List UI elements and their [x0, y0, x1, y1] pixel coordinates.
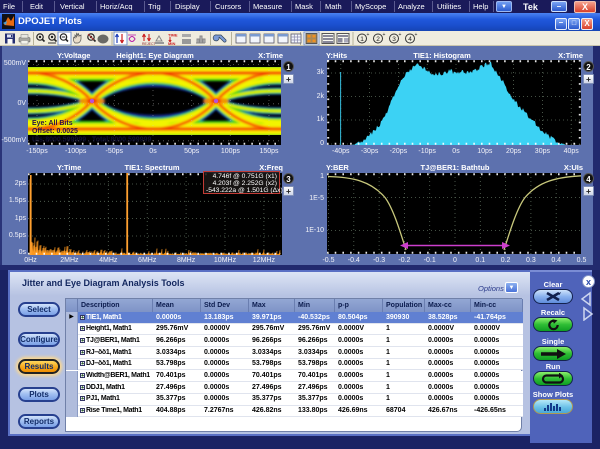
svg-text:TIME: TIME [168, 33, 178, 38]
svg-text:+: + [367, 32, 370, 38]
svg-text:+: + [415, 32, 418, 38]
svg-text:3: 3 [392, 36, 396, 43]
svg-text:Eye: All Bits: Eye: All Bits [32, 120, 73, 127]
svg-text:UIs:8000.599999 , Total:8000.5: UIs:8000.599999 , Total:8000.599999 [32, 137, 151, 144]
svg-text:1: 1 [360, 36, 364, 43]
svg-text:Offset: 0.0025: Offset: 0.0025 [32, 128, 78, 135]
svg-text:2: 2 [376, 36, 380, 43]
svg-text:+: + [383, 32, 386, 38]
svg-text:4: 4 [408, 36, 412, 43]
svg-text:+: + [399, 32, 402, 38]
